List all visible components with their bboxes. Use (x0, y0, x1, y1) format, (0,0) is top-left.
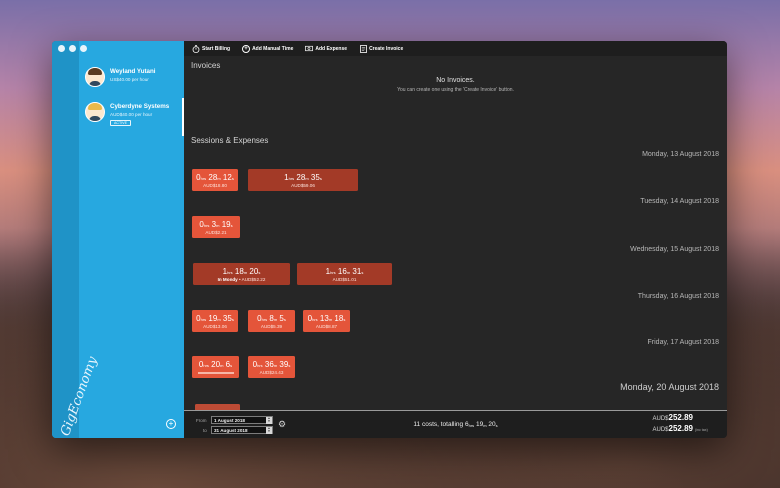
client-item-cyberdyne-systems[interactable]: Cyberdyne Systems AUD$40.00 per hour ACT… (79, 98, 184, 136)
session-card[interactable]: 0hrs 8m 5s AUD$5.39 (248, 310, 295, 332)
avatar (85, 67, 105, 87)
stopwatch-icon (192, 44, 200, 53)
plus-icon: + (168, 419, 174, 428)
add-manual-time-label: Add Manual Time (252, 45, 294, 52)
session-card[interactable]: 0hrs 19m 35s AUD$13.06 (192, 310, 238, 332)
session-card[interactable]: 0hrs 20m 6s (192, 356, 239, 378)
footer: From 1 August 2018 ▲ ▼ to 31 August 2018 … (184, 410, 727, 438)
status-badge: ACTIVE (110, 120, 131, 126)
sidebar-strip (52, 41, 79, 438)
invoices-empty-title: No Invoices. (436, 77, 475, 84)
add-client-button[interactable]: + (166, 419, 176, 429)
avatar (85, 102, 105, 122)
window-controls (58, 45, 87, 52)
close-window-button[interactable] (58, 45, 65, 52)
client-item-weyland-yutani[interactable]: Weyland Yutani US$40.00 per hour (79, 63, 184, 101)
add-expense-label: Add Expense (315, 45, 348, 52)
total-amount: AUD$252.89 (652, 413, 693, 422)
sidebar: GigEconomy Weyland Yutani US$40.00 per h… (52, 41, 184, 438)
start-billing-label: Start Billing (202, 45, 231, 52)
add-expense-button[interactable]: Add Expense (305, 45, 347, 53)
day-header: Friday, 17 August 2018 (647, 339, 719, 346)
main-content: Invoices No Invoices. You can create one… (184, 56, 727, 410)
plus-circle-icon: + (242, 44, 251, 53)
day-header: Monday, 20 August 2018 (620, 382, 719, 392)
session-card[interactable]: 1hrs 16m 31s AUD$51.01 (297, 263, 392, 285)
app-window: GigEconomy Weyland Yutani US$40.00 per h… (52, 41, 727, 438)
to-label: to (203, 428, 207, 433)
client-rate: AUD$40.00 per hour (110, 112, 153, 117)
total-amount-inc-tax: AUD$252.89 (inc tax) (652, 424, 708, 433)
session-card[interactable]: 1hrs 18m 20s In Mondy • AUD$52.22 (193, 263, 290, 285)
session-card[interactable]: 0hrs 13m 18s AUD$8.87 (303, 310, 350, 332)
client-name: Weyland Yutani (110, 68, 156, 75)
session-card[interactable]: 0hrs 36m 39s AUD$24.43 (248, 356, 295, 378)
create-invoice-button[interactable]: Create Invoice (359, 44, 404, 53)
invoices-empty-subtitle: You can create one using the 'Create Inv… (397, 87, 514, 93)
client-rate: US$40.00 per hour (110, 77, 149, 82)
zoom-window-button[interactable] (80, 45, 87, 52)
session-card[interactable]: 0hrs 28m 12s AUD$18.80 (192, 169, 238, 191)
session-card[interactable]: 1hrs 28m 35s AUD$59.06 (248, 169, 358, 191)
session-card[interactable]: 0hrs 3m 19s AUD$2.21 (192, 216, 240, 238)
minimize-window-button[interactable] (69, 45, 76, 52)
day-header: Monday, 13 August 2018 (642, 151, 719, 158)
create-invoice-label: Create Invoice (369, 45, 404, 52)
client-name: Cyberdyne Systems (110, 103, 170, 110)
add-manual-time-button[interactable]: + Add Manual Time (242, 44, 294, 53)
toolbar: Start Billing + Add Manual Time Add Expe… (184, 41, 727, 56)
day-header: Tuesday, 14 August 2018 (640, 198, 719, 205)
to-date-value: 31 August 2018 (214, 428, 248, 433)
summary-text: 11 costs, totalling 6hrs 19m 20s (413, 421, 498, 428)
cash-icon (305, 45, 314, 53)
start-billing-button[interactable]: Start Billing (192, 44, 231, 53)
invoices-heading: Invoices (191, 61, 221, 70)
document-icon (359, 44, 367, 53)
day-header: Thursday, 16 August 2018 (637, 293, 719, 300)
date-stepper[interactable]: ▲ ▼ (266, 426, 272, 434)
day-header: Wednesday, 15 August 2018 (630, 246, 719, 253)
sessions-heading: Sessions & Expenses (191, 136, 269, 145)
